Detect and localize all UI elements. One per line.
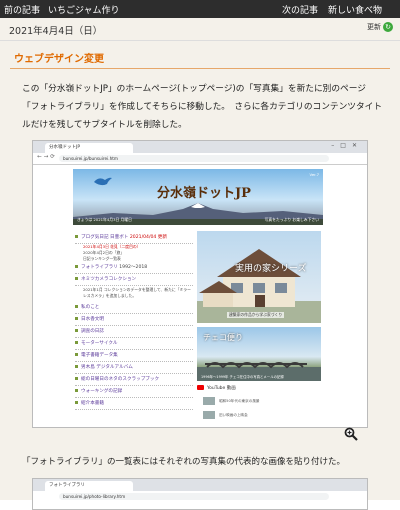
title-divider — [10, 68, 390, 69]
top-navigation: 前の記事 いちごジャム作り 次の記事 新しい食べ物 — [0, 0, 400, 18]
banner-date: きょうは 2021年4月3日 月曜日 — [77, 217, 132, 222]
bird-logo-icon — [94, 177, 112, 186]
article-date: 2021年4月4日（日） — [9, 26, 103, 37]
banner-title: 分水嶺ドットJP — [157, 186, 251, 201]
youtube-label: YouTube 動画 — [207, 386, 236, 391]
menu-item-walking[interactable]: ウォーキングの記録 — [75, 387, 193, 398]
banner-version: Ver.7 — [309, 172, 319, 177]
czech-letters-title: チェコ便り — [203, 333, 243, 342]
update-label: 更新 — [367, 23, 381, 31]
next-article-title-link[interactable]: 新しい食べ物 — [328, 3, 382, 16]
screenshot-photo-library[interactable]: フォトライブラリ bunsuirei.jp/photo-library.htm — [32, 478, 368, 510]
browser-url: bunsuirei.jp/bunsuirei.htm — [59, 155, 329, 162]
article-title: ウェブデザイン変更 — [14, 54, 104, 65]
czech-letters-banner[interactable]: チェコ便り 1996年～1999年 チェコ在住中の写真とメールの記録 — [197, 327, 321, 381]
browser-tab-bar: 分水嶺ドットJP –□✕ — [33, 141, 367, 153]
menu-item-photo-library[interactable]: フォトライブラリ 1992～2018 — [75, 263, 193, 274]
youtube-section[interactable]: YouTube 動画 — [197, 385, 236, 391]
update-badge[interactable]: 更新 ↻ — [367, 22, 393, 32]
browser-tab: フォトライブラリ — [45, 481, 133, 491]
menu-item-motorcycle[interactable]: モーターサイクル — [75, 339, 193, 350]
article-paragraph-1: この「分水嶺ドットJP」のホームページ(トップページ)の「写真集」を新たに別のペ… — [22, 84, 383, 130]
menu-item[interactable]: 男木島 デジタルアルバム — [75, 363, 193, 374]
update-icon: ↻ — [383, 22, 393, 32]
menu-item-camera[interactable]: ネミツカメラコレクション — [75, 275, 193, 286]
browser-url: bunsuirei.jp/photo-library.htm — [59, 493, 329, 500]
browser-nav-icon: ←→⟳ — [37, 154, 57, 160]
window-controls-icon: –□✕ — [331, 142, 363, 149]
blog-sub-item[interactable]: 日記ランキング一覧表 — [83, 256, 121, 262]
menu-item[interactable]: 総の日曜日のネタのスクラップブック — [75, 375, 193, 386]
menu-item-about[interactable]: 私のこと — [75, 303, 193, 314]
menu-item[interactable]: 電子書籍データ集 — [75, 351, 193, 362]
video-thumbnail[interactable] — [203, 397, 215, 405]
browser-tab-bar: フォトライブラリ — [33, 479, 367, 491]
house-series-banner[interactable]: 実用の家シリーズ 建築家の作品から学ぶ家づくり — [197, 231, 321, 323]
house-series-caption: 建築家の作品から学ぶ家づくり — [227, 312, 285, 318]
menu-item-blog[interactable]: ブログ気日記 日豊ボト 2021/04/04 更新 — [75, 233, 193, 244]
article-paragraph-2: 「フォトライブラリ」の一覧表にはそれぞれの写真集の代表的な画像を貼り付けた。 — [22, 457, 346, 467]
menu-item[interactable]: 調査の日誌 — [75, 327, 193, 338]
youtube-item[interactable]: 昭和50年代の東京の風景 — [219, 399, 260, 404]
menu-item[interactable]: 紹介本書籍 — [75, 399, 193, 410]
zoom-icon[interactable] — [344, 427, 358, 441]
czech-letters-caption: 1996年～1999年 チェコ在住中の写真とメールの記録 — [201, 375, 284, 379]
youtube-item[interactable]: 旧い映画の上映会 — [219, 413, 248, 418]
browser-address-bar: ←→⟳ bunsuirei.jp/bunsuirei.htm — [33, 153, 367, 165]
video-thumbnail[interactable] — [203, 411, 215, 419]
screenshot-homepage[interactable]: 分水嶺ドットJP –□✕ ←→⟳ bunsuirei.jp/bunsuirei.… — [32, 140, 368, 428]
next-article-link[interactable]: 次の記事 — [282, 3, 318, 16]
camera-sub-text: 2021年1月 コレクションのデータを整理して、新たに「ミラーレスカメラ」を追加… — [83, 287, 191, 298]
browser-address-bar: bunsuirei.jp/photo-library.htm — [33, 491, 367, 502]
youtube-icon — [197, 385, 204, 390]
house-series-title: 実用の家シリーズ — [235, 264, 307, 274]
date-bar: 2021年4月4日（日） 更新 ↻ — [0, 18, 400, 41]
house-image — [197, 249, 321, 323]
prev-article-title-link[interactable]: いちごジャム作り — [48, 3, 120, 16]
menu-item[interactable]: 日水香文明 — [75, 315, 193, 326]
prev-article-link[interactable]: 前の記事 — [4, 3, 40, 16]
browser-tab: 分水嶺ドットJP — [45, 143, 133, 153]
site-banner: 分水嶺ドットJP きょうは 2021年4月3日 月曜日 写真をたっぷり お楽しみ… — [73, 169, 323, 225]
banner-tagline: 写真をたっぷり お楽しみ下さい — [264, 217, 319, 222]
